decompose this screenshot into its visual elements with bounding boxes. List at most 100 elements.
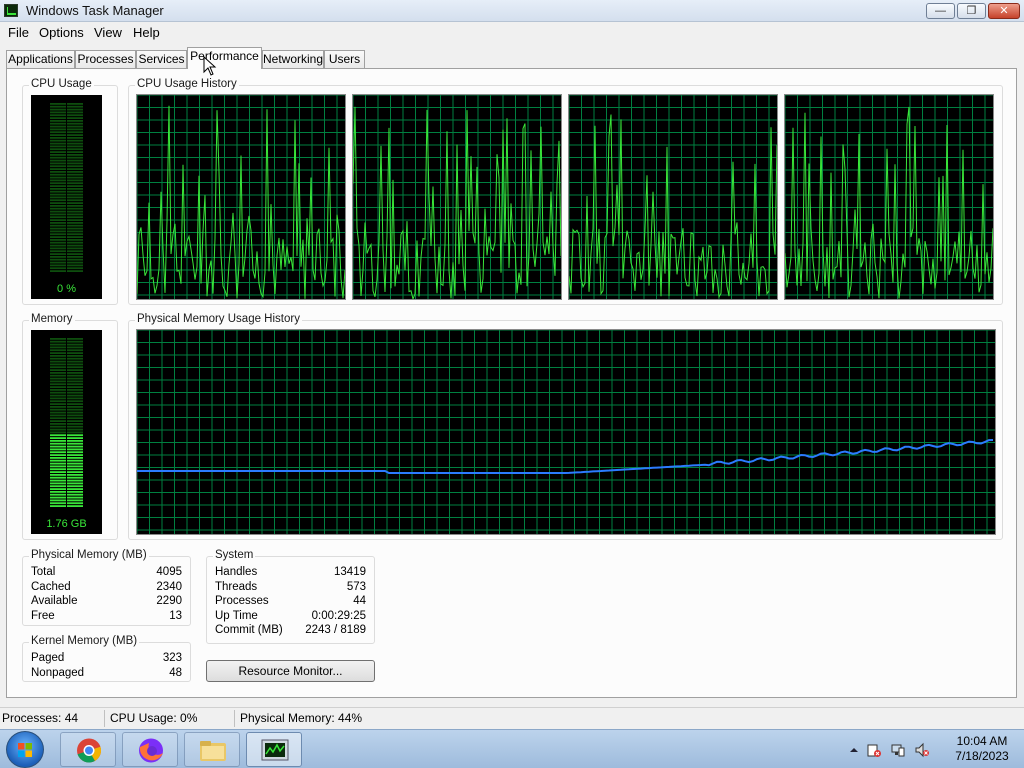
tab-performance[interactable]: Performance	[187, 47, 262, 69]
meter-segment	[67, 179, 83, 182]
resource-monitor-button[interactable]: Resource Monitor...	[206, 660, 375, 682]
row-value: 2243 / 8189	[305, 624, 366, 636]
meter-segment	[67, 425, 83, 428]
row-value: 44	[353, 595, 366, 607]
row-value: 2290	[156, 595, 182, 607]
meter-segment	[50, 414, 66, 417]
meter-segment	[50, 451, 66, 454]
volume-muted-icon[interactable]	[914, 742, 930, 758]
meter-segment	[67, 267, 83, 270]
row-label: Available	[31, 595, 78, 607]
clock-time: 10:04 AM	[956, 734, 1008, 748]
meter-segment	[50, 182, 66, 185]
meter-segment	[50, 476, 66, 479]
memory-history-label: Physical Memory Usage History	[135, 313, 302, 325]
tab-applications[interactable]: Applications	[6, 50, 75, 69]
start-button[interactable]	[6, 731, 44, 768]
row-label: Paged	[31, 652, 65, 664]
meter-segment	[50, 400, 66, 403]
meter-segment	[67, 479, 83, 482]
meter-segment	[67, 476, 83, 479]
meter-segment	[67, 349, 83, 352]
meter-segment	[50, 479, 66, 482]
meter-segment	[67, 196, 83, 199]
tab-networking[interactable]: Networking	[262, 50, 324, 69]
menu-view[interactable]: View	[94, 25, 122, 40]
meter-segment	[67, 241, 83, 244]
meter-segment	[50, 397, 66, 400]
tab-processes[interactable]: Processes	[75, 50, 136, 69]
taskbar-file-explorer[interactable]	[184, 732, 240, 767]
meter-segment	[67, 465, 83, 468]
chrome-icon	[77, 738, 101, 763]
meter-segment	[50, 253, 66, 255]
meter-segment	[67, 499, 83, 502]
meter-segment	[50, 241, 66, 244]
tab-services[interactable]: Services	[136, 50, 187, 69]
meter-segment	[67, 176, 83, 179]
meter-segment	[67, 148, 83, 151]
meter-segment	[50, 499, 66, 502]
meter-segment	[50, 185, 66, 187]
meter-segment	[67, 454, 83, 456]
meter-segment	[50, 440, 66, 442]
meter-segment	[50, 408, 66, 411]
taskbar-task-manager[interactable]	[246, 732, 302, 767]
meter-segment	[67, 224, 83, 227]
meter-segment	[67, 437, 83, 439]
meter-segment	[67, 451, 83, 454]
meter-segment	[50, 190, 66, 193]
meter-segment	[67, 428, 83, 431]
meter-segment	[50, 108, 66, 111]
meter-segment	[50, 355, 66, 357]
meter-segment	[50, 493, 66, 496]
tab-users[interactable]: Users	[324, 50, 365, 69]
menu-help[interactable]: Help	[133, 25, 160, 40]
meter-segment	[67, 125, 83, 128]
action-center-icon[interactable]	[866, 742, 882, 758]
performance-panel: CPU Usage 0 % CPU Usage History Memory 1…	[6, 68, 1017, 698]
network-icon[interactable]	[890, 742, 906, 758]
close-button[interactable]: ✕	[988, 3, 1020, 19]
meter-segment	[67, 505, 83, 507]
meter-segment	[67, 374, 83, 377]
meter-segment	[67, 120, 83, 122]
meter-segment	[67, 471, 83, 473]
kernel-memory-label: Kernel Memory (MB)	[29, 635, 140, 647]
meter-segment	[67, 193, 83, 196]
meter-segment	[50, 468, 66, 471]
meter-segment	[67, 389, 83, 391]
meter-segment	[67, 355, 83, 357]
status-separator	[104, 710, 105, 727]
meter-segment	[67, 159, 83, 162]
cpu-core-4-plot	[785, 95, 993, 299]
meter-segment	[67, 380, 83, 383]
menu-options[interactable]: Options	[39, 25, 84, 40]
meter-segment	[50, 137, 66, 139]
meter-segment	[50, 267, 66, 270]
system-processes-row: Processes 44	[215, 595, 366, 610]
meter-segment	[50, 250, 66, 253]
meter-segment	[67, 205, 83, 207]
meter-segment	[50, 363, 66, 366]
minimize-button[interactable]: —	[926, 3, 955, 19]
meter-segment	[50, 165, 66, 168]
meter-segment	[50, 196, 66, 199]
meter-segment	[50, 346, 66, 349]
meter-segment	[50, 117, 66, 119]
meter-segment	[50, 264, 66, 267]
show-hidden-icons-icon[interactable]	[846, 742, 862, 758]
meter-segment	[50, 247, 66, 250]
taskbar-clock[interactable]: 10:04 AM 7/18/2023	[942, 734, 1022, 764]
cpu-core-2-graph	[352, 94, 562, 300]
row-label: Up Time	[215, 610, 258, 622]
menu-file[interactable]: File	[8, 25, 29, 40]
title-bar[interactable]: Windows Task Manager — ❐ ✕	[0, 0, 1024, 22]
meter-segment	[50, 462, 66, 465]
taskbar-chrome[interactable]	[60, 732, 116, 767]
clock-date: 7/18/2023	[955, 749, 1009, 763]
row-value: 0:00:29:25	[311, 610, 366, 622]
taskbar-firefox[interactable]	[122, 732, 178, 767]
maximize-button[interactable]: ❐	[957, 3, 986, 19]
physical-memory-free-row: Free 13	[31, 610, 182, 625]
